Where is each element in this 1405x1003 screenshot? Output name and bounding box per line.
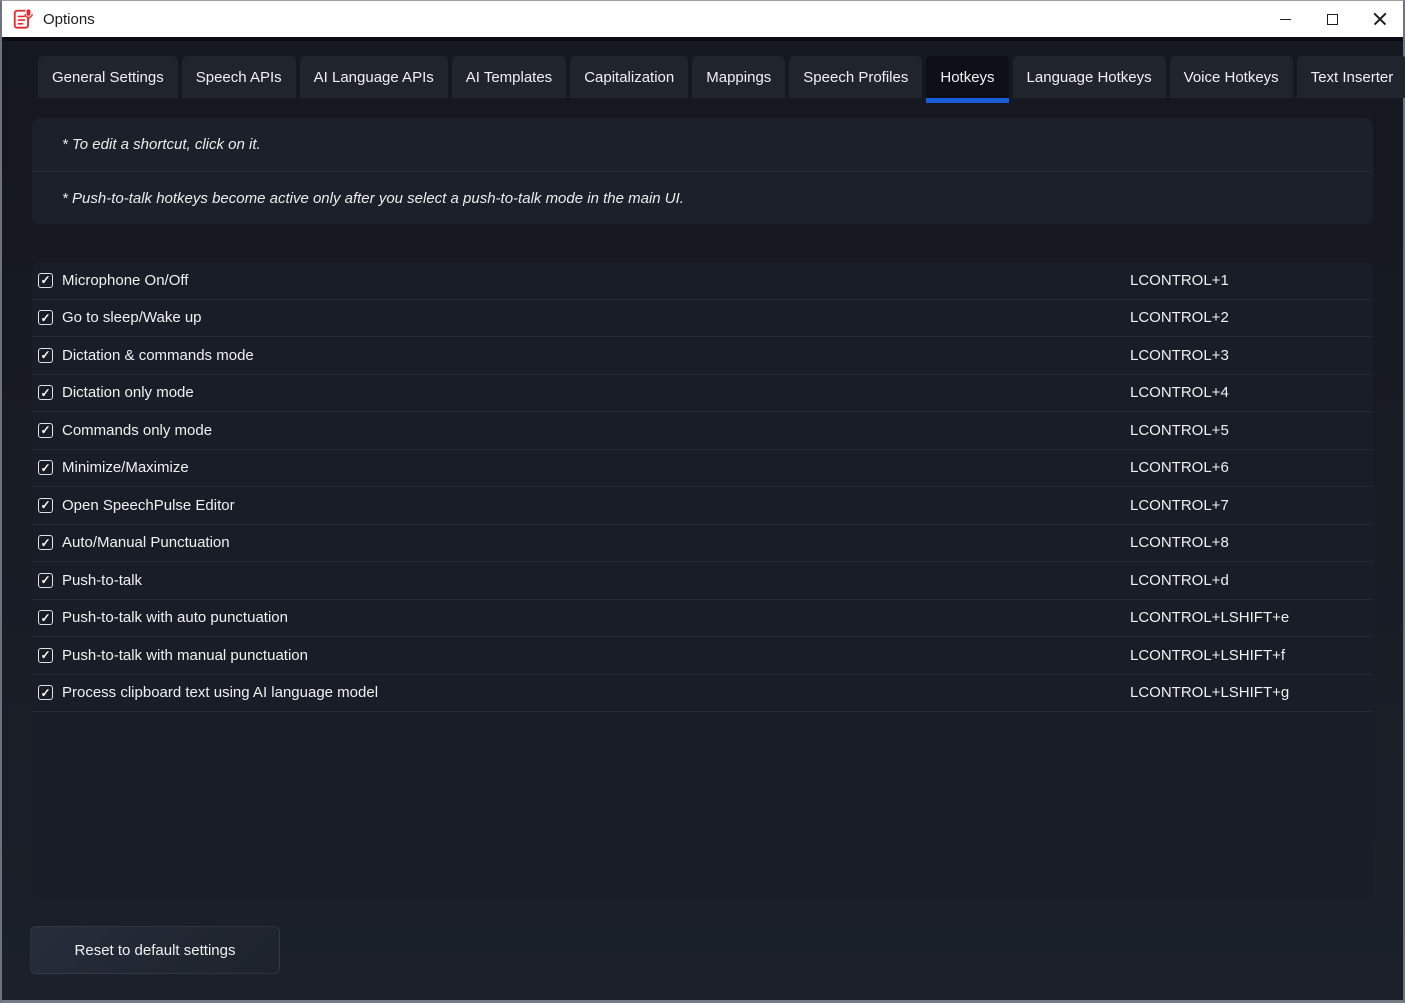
hotkey-label: Open SpeechPulse Editor — [62, 497, 235, 514]
titlebar: Options — [2, 1, 1403, 37]
hotkey-shortcut[interactable]: LCONTROL+5 — [1130, 422, 1229, 439]
hotkey-checkbox[interactable] — [38, 535, 53, 550]
hotkey-label: Dictation & commands mode — [62, 347, 254, 364]
hotkey-row[interactable]: Push-to-talk with auto punctuation LCONT… — [32, 600, 1373, 638]
hotkey-shortcut[interactable]: LCONTROL+LSHIFT+f — [1130, 647, 1285, 664]
hotkey-label: Process clipboard text using AI language… — [62, 684, 378, 701]
tab-bar: General SettingsSpeech APIsAI Language A… — [38, 56, 1373, 98]
hotkey-label: Go to sleep/Wake up — [62, 309, 202, 326]
tab[interactable]: Speech APIs — [182, 56, 296, 98]
hotkey-row[interactable]: Push-to-talk LCONTROL+d — [32, 562, 1373, 600]
hotkey-label: Push-to-talk with auto punctuation — [62, 609, 288, 626]
notes-panel: * To edit a shortcut, click on it.* Push… — [32, 118, 1373, 224]
hotkey-row[interactable]: Commands only mode LCONTROL+5 — [32, 412, 1373, 450]
hotkey-row[interactable]: Dictation only mode LCONTROL+4 — [32, 375, 1373, 413]
tab[interactable]: Language Hotkeys — [1013, 56, 1166, 98]
hotkey-shortcut[interactable]: LCONTROL+LSHIFT+g — [1130, 684, 1289, 701]
hotkey-row[interactable]: Push-to-talk with manual punctuation LCO… — [32, 637, 1373, 675]
tab[interactable]: AI Language APIs — [300, 56, 448, 98]
hotkey-row[interactable]: Microphone On/Off LCONTROL+1 — [32, 262, 1373, 300]
window-title: Options — [43, 11, 95, 28]
hotkey-shortcut[interactable]: LCONTROL+d — [1130, 572, 1229, 589]
hotkey-checkbox[interactable] — [38, 648, 53, 663]
hotkey-checkbox[interactable] — [38, 348, 53, 363]
hotkey-checkbox[interactable] — [38, 498, 53, 513]
tab[interactable]: Voice Hotkeys — [1170, 56, 1293, 98]
hotkey-shortcut[interactable]: LCONTROL+7 — [1130, 497, 1229, 514]
hotkey-checkbox[interactable] — [38, 385, 53, 400]
hotkey-shortcut[interactable]: LCONTROL+1 — [1130, 272, 1229, 289]
note-item: * To edit a shortcut, click on it. — [32, 118, 1373, 171]
hotkey-label: Commands only mode — [62, 422, 212, 439]
options-window: Options General SettingsSpeech APIsAI La… — [0, 0, 1405, 1003]
tab[interactable]: Hotkeys — [926, 56, 1008, 98]
hotkey-label: Push-to-talk with manual punctuation — [62, 647, 308, 664]
app-icon — [12, 8, 34, 30]
hotkey-shortcut[interactable]: LCONTROL+6 — [1130, 459, 1229, 476]
hotkey-checkbox[interactable] — [38, 573, 53, 588]
hotkey-checkbox[interactable] — [38, 310, 53, 325]
hotkey-list: Microphone On/Off LCONTROL+1 Go to sleep… — [32, 262, 1373, 901]
close-button[interactable] — [1356, 1, 1403, 37]
hotkey-checkbox[interactable] — [38, 460, 53, 475]
hotkey-label: Auto/Manual Punctuation — [62, 534, 230, 551]
hotkey-row[interactable]: Go to sleep/Wake up LCONTROL+2 — [32, 300, 1373, 338]
hotkey-label: Push-to-talk — [62, 572, 142, 589]
hotkey-row[interactable]: Dictation & commands mode LCONTROL+3 — [32, 337, 1373, 375]
maximize-button[interactable] — [1309, 1, 1356, 37]
hotkey-label: Microphone On/Off — [62, 272, 188, 289]
maximize-icon — [1327, 14, 1338, 25]
hotkey-shortcut[interactable]: LCONTROL+4 — [1130, 384, 1229, 401]
hotkey-row[interactable]: Open SpeechPulse Editor LCONTROL+7 — [32, 487, 1373, 525]
tab[interactable]: Capitalization — [570, 56, 688, 98]
hotkey-checkbox[interactable] — [38, 423, 53, 438]
hotkey-checkbox[interactable] — [38, 685, 53, 700]
hotkey-shortcut[interactable]: LCONTROL+3 — [1130, 347, 1229, 364]
tab[interactable]: Text Inserter — [1297, 56, 1405, 98]
tab[interactable]: Speech Profiles — [789, 56, 922, 98]
hotkey-shortcut[interactable]: LCONTROL+LSHIFT+e — [1130, 609, 1289, 626]
hotkey-checkbox[interactable] — [38, 273, 53, 288]
hotkey-shortcut[interactable]: LCONTROL+8 — [1130, 534, 1229, 551]
hotkey-row[interactable]: Auto/Manual Punctuation LCONTROL+8 — [32, 525, 1373, 563]
hotkey-label: Minimize/Maximize — [62, 459, 189, 476]
hotkey-checkbox[interactable] — [38, 610, 53, 625]
tab[interactable]: Mappings — [692, 56, 785, 98]
hotkey-row[interactable]: Process clipboard text using AI language… — [32, 675, 1373, 713]
hotkey-row[interactable]: Minimize/Maximize LCONTROL+6 — [32, 450, 1373, 488]
reset-defaults-button[interactable]: Reset to default settings — [30, 926, 280, 974]
minimize-icon — [1280, 19, 1291, 20]
options-content: General SettingsSpeech APIsAI Language A… — [2, 41, 1403, 1000]
hotkey-label: Dictation only mode — [62, 384, 194, 401]
minimize-button[interactable] — [1262, 1, 1309, 37]
hotkey-shortcut[interactable]: LCONTROL+2 — [1130, 309, 1229, 326]
tab[interactable]: General Settings — [38, 56, 178, 98]
note-item: * Push-to-talk hotkeys become active onl… — [32, 171, 1373, 224]
close-icon — [1373, 12, 1387, 26]
window-controls — [1262, 1, 1403, 37]
tab[interactable]: AI Templates — [452, 56, 566, 98]
